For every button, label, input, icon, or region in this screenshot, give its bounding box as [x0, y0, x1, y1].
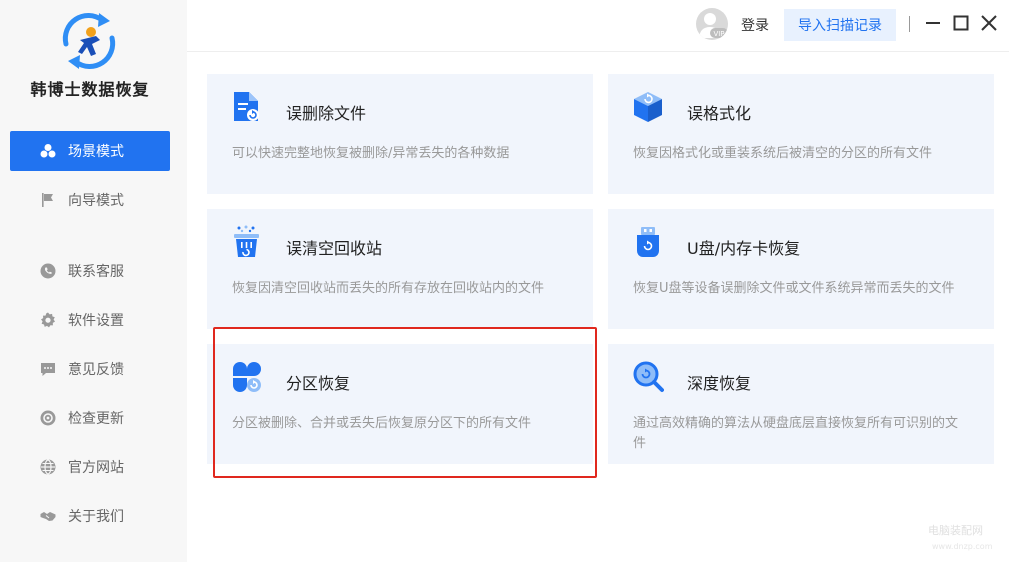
card-title: 分区恢复	[286, 374, 351, 393]
card-title: 误清空回收站	[286, 239, 383, 258]
card-partition-recovery[interactable]: 分区恢复 分区被删除、合并或丢失后恢复原分区下的所有文件	[207, 344, 593, 464]
toolbar-divider	[909, 16, 910, 32]
user-icon: VIP	[699, 13, 728, 38]
maximize-icon[interactable]	[952, 14, 970, 32]
partition-icon	[233, 362, 261, 392]
card-description: 可以快速完整地恢复被删除/异常丢失的各种数据	[232, 146, 510, 161]
nav-about-us[interactable]: 关于我们	[10, 496, 170, 536]
nav-check-update[interactable]: 检查更新	[10, 398, 170, 438]
card-usb-recovery[interactable]: U盘/内存卡恢复 恢复U盘等设备误删除文件或文件系统异常而丢失的文件	[608, 209, 994, 329]
nav-label: 软件设置	[68, 313, 124, 329]
gear-icon	[40, 312, 56, 328]
card-description: 恢复因格式化或重装系统后被清空的分区的所有文件	[633, 146, 933, 161]
nav-official-site[interactable]: 官方网站	[10, 447, 170, 487]
sidebar: 韩博士数据恢复 场景模式 向导模式 联系客服 软件设置 意见反馈 检查更新 官方…	[0, 0, 187, 562]
card-title: U盘/内存卡恢复	[687, 239, 801, 258]
nav-label: 关于我们	[68, 509, 124, 525]
nav-guide-mode[interactable]: 向导模式	[10, 180, 170, 220]
nav-label: 意见反馈	[68, 362, 124, 378]
card-description: 恢复因清空回收站而丢失的所有存放在回收站内的文件	[232, 281, 545, 296]
nav-settings[interactable]: 软件设置	[10, 300, 170, 340]
recycle-bin-icon	[234, 225, 259, 257]
close-icon[interactable]	[980, 14, 998, 32]
magnifier-icon	[633, 361, 664, 392]
update-icon	[40, 410, 56, 426]
handshake-icon	[40, 508, 56, 524]
card-deep-recovery[interactable]: 深度恢复 通过高效精确的算法从硬盘底层直接恢复所有可识别的文件	[608, 344, 994, 464]
nav-label: 向导模式	[68, 193, 124, 209]
card-deleted-files[interactable]: 误删除文件 可以快速完整地恢复被删除/异常丢失的各种数据	[207, 74, 593, 194]
card-recycle-bin[interactable]: 误清空回收站 恢复因清空回收站而丢失的所有存放在回收站内的文件	[207, 209, 593, 329]
nav-label: 官方网站	[68, 460, 124, 476]
app-logo	[62, 13, 116, 69]
nav-label: 检查更新	[68, 411, 124, 427]
card-title: 误格式化	[687, 104, 752, 123]
card-title: 深度恢复	[687, 374, 752, 393]
user-avatar[interactable]: VIP	[696, 8, 728, 40]
app-name: 韩博士数据恢复	[30, 80, 150, 99]
nav-contact-support[interactable]: 联系客服	[10, 251, 170, 291]
card-description: 恢复U盘等设备误删除文件或文件系统异常而丢失的文件	[633, 281, 955, 296]
usb-drive-icon	[637, 227, 659, 257]
cube-restore-icon	[634, 92, 662, 122]
scene-icon	[40, 143, 56, 159]
feedback-icon	[40, 361, 56, 377]
phone-icon	[40, 263, 56, 279]
card-title: 误删除文件	[286, 104, 367, 123]
card-description: 通过高效精确的算法从硬盘底层直接恢复所有可识别的文件	[633, 416, 959, 451]
card-format-recovery[interactable]: 误格式化 恢复因格式化或重装系统后被清空的分区的所有文件	[608, 74, 994, 194]
login-link[interactable]: 登录	[741, 15, 769, 35]
nav-scene-mode[interactable]: 场景模式	[10, 131, 170, 171]
flag-icon	[40, 192, 56, 208]
globe-icon	[40, 459, 56, 475]
watermark-url: www.dnzp.com	[932, 542, 993, 551]
minimize-icon[interactable]	[924, 14, 942, 32]
document-restore-icon	[234, 92, 259, 121]
nav-label: 场景模式	[68, 144, 124, 160]
watermark: 电脑装配网	[928, 524, 983, 537]
nav-feedback[interactable]: 意见反馈	[10, 349, 170, 389]
nav-label: 联系客服	[68, 264, 124, 280]
import-scan-record-button[interactable]: 导入扫描记录	[784, 9, 896, 41]
card-description: 分区被删除、合并或丢失后恢复原分区下的所有文件	[232, 416, 532, 431]
